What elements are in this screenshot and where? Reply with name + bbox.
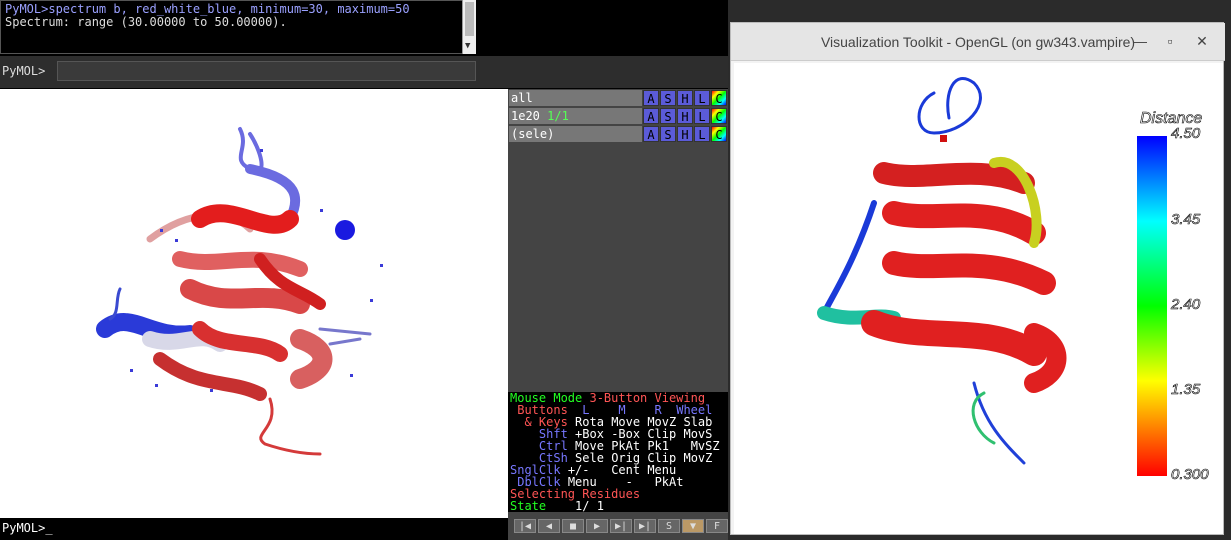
- dropdown-button[interactable]: ▼: [682, 519, 704, 533]
- pymol-3d-viewer[interactable]: [0, 89, 508, 518]
- protein-cartoon-render: [96, 127, 383, 456]
- color-scale-bar: [1137, 136, 1167, 476]
- command-input[interactable]: [57, 61, 476, 81]
- sequence-button[interactable]: S: [658, 519, 680, 533]
- rewind-button[interactable]: |◀: [514, 519, 536, 533]
- minimize-icon[interactable]: —: [1131, 32, 1149, 50]
- mouse-mode-panel[interactable]: Mouse Mode 3-Button Viewing Buttons L M …: [508, 392, 728, 512]
- hide-button[interactable]: H: [677, 126, 693, 142]
- hide-button[interactable]: H: [677, 90, 693, 106]
- object-name[interactable]: (sele): [509, 126, 642, 142]
- hide-button[interactable]: H: [677, 108, 693, 124]
- pymol-window: PyMOL>spectrum b, red_white_blue, minimu…: [0, 0, 728, 540]
- fullscreen-button[interactable]: F: [706, 519, 728, 533]
- action-button[interactable]: A: [643, 108, 659, 124]
- label-button[interactable]: L: [694, 90, 710, 106]
- vtk-render-canvas[interactable]: Distance 4.50 3.45 2.40 1.35 0.300: [734, 63, 1223, 534]
- scroll-down-icon[interactable]: ▼: [465, 41, 470, 51]
- show-button[interactable]: S: [660, 108, 676, 124]
- color-button[interactable]: C: [711, 108, 727, 124]
- back-button[interactable]: ◀: [538, 519, 560, 533]
- label-button[interactable]: L: [694, 126, 710, 142]
- color-button[interactable]: C: [711, 126, 727, 142]
- movie-controls: |◀ ◀ ■ ▶ ▶| ▶| S ▼ F: [508, 517, 728, 535]
- object-row-all[interactable]: all A S H L C: [509, 90, 727, 106]
- legend-label-max: 4.50: [1171, 125, 1201, 143]
- command-row: PyMOL>: [0, 56, 728, 88]
- color-button[interactable]: C: [711, 90, 727, 106]
- legend-label-2: 3.45: [1171, 211, 1201, 229]
- scrollbar-thumb[interactable]: [465, 2, 474, 36]
- action-button[interactable]: A: [643, 90, 659, 106]
- show-button[interactable]: S: [660, 90, 676, 106]
- command-prompt-label: PyMOL>: [2, 64, 46, 78]
- show-button[interactable]: S: [660, 126, 676, 142]
- legend-label-4: 1.35: [1171, 381, 1201, 399]
- object-name[interactable]: all: [509, 90, 642, 106]
- stop-button[interactable]: ■: [562, 519, 584, 533]
- object-row-1e20[interactable]: 1e20 1/1 A S H L C: [509, 108, 727, 124]
- object-name[interactable]: 1e20 1/1: [509, 108, 642, 124]
- forward-button[interactable]: ▶|: [610, 519, 632, 533]
- window-title: Visualization Toolkit - OpenGL (on gw343…: [731, 23, 1225, 61]
- log-line-2: Spectrum: range (30.00000 to 50.00000).: [5, 15, 287, 29]
- end-button[interactable]: ▶|: [634, 519, 656, 533]
- object-row-sele[interactable]: (sele) A S H L C: [509, 126, 727, 142]
- command-log: PyMOL>spectrum b, red_white_blue, minimu…: [0, 0, 476, 54]
- object-panel: all A S H L C 1e20 1/1 A S H L C (sele) …: [508, 89, 728, 540]
- legend-label-min: 0.300: [1171, 466, 1209, 484]
- label-button[interactable]: L: [694, 108, 710, 124]
- maximize-icon[interactable]: ▫: [1161, 32, 1179, 50]
- vtk-window: Visualization Toolkit - OpenGL (on gw343…: [730, 22, 1225, 535]
- log-scrollbar[interactable]: ▼: [462, 0, 476, 54]
- legend-label-3: 2.40: [1171, 296, 1201, 314]
- close-icon[interactable]: ✕: [1193, 32, 1211, 50]
- play-button[interactable]: ▶: [586, 519, 608, 533]
- bottom-command-line[interactable]: PyMOL>_: [0, 518, 508, 540]
- action-button[interactable]: A: [643, 126, 659, 142]
